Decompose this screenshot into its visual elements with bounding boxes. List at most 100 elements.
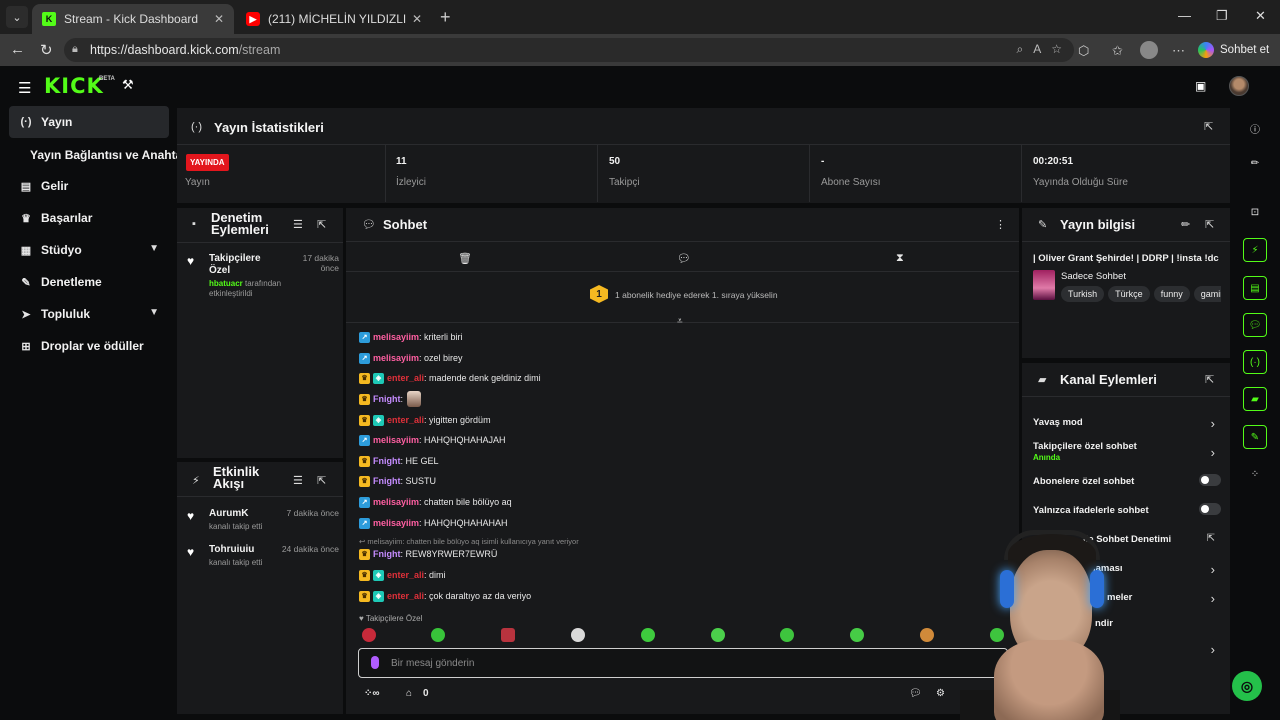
tag[interactable]: Turkish (1061, 286, 1105, 302)
slow-mode-row[interactable]: Yavaş mod › (1033, 416, 1221, 431)
microphone-icon[interactable] (371, 656, 379, 669)
bolt-icon[interactable]: ⚡︎ (1243, 238, 1267, 262)
multistream-icon[interactable]: ▣ (1195, 79, 1206, 93)
pin-icon[interactable]: ⚒ (122, 77, 134, 93)
url-field[interactable]: 🔒︎ https://dashboard.kick.com/stream ⌕ A… (64, 38, 1074, 62)
wrench-icon[interactable]: ✎ (1243, 425, 1267, 449)
chat-username[interactable]: enter_ali (387, 415, 424, 425)
zoom-icon[interactable]: ⌕ (1016, 42, 1023, 57)
followers-only-row[interactable]: Takipçilere özel sohbet Anında › (1033, 441, 1221, 463)
favorites-icon[interactable]: ✩ (1112, 43, 1123, 59)
popout-icon[interactable]: ⇱ (1205, 218, 1214, 231)
chat-username[interactable]: Fnight (373, 456, 401, 466)
reload-icon[interactable]: ↻ (40, 41, 53, 59)
channel-icon[interactable]: ▰ (1243, 387, 1267, 411)
chat-username[interactable]: melisayiim (373, 332, 419, 342)
chat-username[interactable]: enter_ali (387, 570, 424, 580)
emote-icon[interactable] (920, 628, 934, 642)
tag[interactable]: funny (1153, 286, 1190, 302)
maximize-icon[interactable]: ❐ (1216, 8, 1228, 24)
edit-icon[interactable]: ✏ (1243, 151, 1267, 175)
favorite-star-icon[interactable]: ☆ (1051, 42, 1062, 57)
sidebar-item-stream-key[interactable]: Yayın Bağlantısı ve Anahtarı (9, 139, 190, 171)
tab-search-icon[interactable]: ⌄ (6, 6, 28, 28)
filter-icon[interactable]: ☰ (293, 474, 303, 487)
info-icon[interactable]: ⓘ (1243, 116, 1267, 140)
chat-username[interactable]: melisayiim (373, 497, 419, 507)
actor-name[interactable]: hbatuacr (209, 279, 243, 288)
kick-logo[interactable]: KICK (44, 74, 104, 98)
gear-icon[interactable]: ⚙ (936, 688, 945, 699)
close-tab-icon[interactable]: ✕ (214, 12, 224, 26)
category-name[interactable]: Sadece Sohbet (1061, 271, 1126, 282)
emote-icon[interactable] (641, 628, 655, 642)
copilot-button[interactable]: Sohbet et (1198, 38, 1269, 62)
follower-name[interactable]: AurumK (209, 508, 248, 520)
broadcast-icon[interactable]: (·) (1243, 350, 1267, 374)
subscribers-only-toggle[interactable] (1199, 474, 1221, 486)
help-chat-button[interactable]: ◎ (1232, 671, 1262, 701)
back-icon[interactable]: ← (10, 41, 25, 58)
minimize-icon[interactable]: — (1178, 8, 1191, 23)
sidebar-item-stream[interactable]: (·) Yayın (9, 106, 169, 138)
store-icon[interactable]: ⌂ (406, 688, 412, 699)
chat-bubble-icon[interactable]: 💬︎ (1243, 313, 1267, 337)
follower-name[interactable]: Tohruiuiu (209, 544, 254, 556)
chat-username[interactable]: Fnight (373, 394, 401, 404)
notes-icon[interactable]: ▤ (1243, 276, 1267, 300)
new-tab-icon[interactable]: + (440, 7, 451, 28)
edit-icon[interactable]: ✏ (1181, 218, 1190, 231)
emote-icon[interactable] (780, 628, 794, 642)
chat-message-input[interactable] (391, 655, 991, 671)
tab-youtube[interactable]: ▶ (211) MİCHELİN YILDIZLI SOKAK LEZ ✕ (236, 4, 432, 34)
emote-icon[interactable] (431, 628, 445, 642)
popout-icon[interactable]: ⇱ (317, 474, 326, 487)
collapse-icon[interactable]: ⩡ (677, 316, 683, 327)
tag[interactable]: gaming (1193, 286, 1221, 302)
tag[interactable]: Türkçe (1108, 286, 1150, 302)
screenshot-icon[interactable]: ⊡ (1243, 200, 1267, 224)
close-tab-icon[interactable]: ✕ (412, 12, 422, 26)
chat-username[interactable]: enter_ali (387, 373, 424, 383)
points-icon[interactable]: ⁘∞ (364, 688, 380, 699)
avatar[interactable] (1229, 76, 1249, 96)
extensions-icon[interactable]: ⬡ (1078, 43, 1089, 59)
sidebar-item-moderation[interactable]: ✎ Denetleme (9, 266, 169, 298)
emote-only-toggle[interactable] (1199, 503, 1221, 515)
more-menu-icon[interactable]: ⋯ (1172, 43, 1185, 59)
profile-icon[interactable] (1140, 41, 1158, 59)
chat-username[interactable]: melisayiim (373, 518, 419, 528)
chat-input-box[interactable] (358, 648, 1008, 678)
category-thumbnail[interactable] (1033, 270, 1055, 300)
emote-icon[interactable] (711, 628, 725, 642)
sidebar-item-studio[interactable]: ▦ Stüdyo ▼ (9, 234, 169, 266)
chat-settings-icon[interactable]: 💬︎ (677, 252, 691, 265)
emote-icon[interactable] (571, 628, 585, 642)
close-window-icon[interactable]: ✕ (1255, 8, 1266, 24)
chat-username[interactable]: enter_ali (387, 591, 424, 601)
sidebar-item-achievements[interactable]: ♛ Başarılar (9, 202, 169, 234)
popout-icon[interactable]: ⇱ (1204, 120, 1213, 133)
sidebar-item-community[interactable]: ➤ Topluluk ▼ (9, 298, 169, 330)
sidebar-item-revenue[interactable]: ▤ Gelir (9, 170, 169, 202)
trash-icon[interactable]: 🗑︎ (458, 252, 472, 265)
more-options-icon[interactable]: ⋮ (995, 218, 1006, 231)
filter-icon[interactable]: ☰ (293, 218, 303, 231)
community-icon[interactable]: ⁘ (1243, 462, 1267, 486)
emote-icon[interactable] (850, 628, 864, 642)
emote-icon[interactable] (501, 628, 515, 642)
popout-icon[interactable]: ⇱ (317, 218, 326, 231)
popout-icon[interactable]: ⇱ (1205, 373, 1214, 386)
sidebar-item-drops[interactable]: ⊞ Droplar ve ödüller (9, 330, 169, 362)
chat-username[interactable]: Fnight (373, 476, 401, 486)
tab-kick-dashboard[interactable]: K Stream - Kick Dashboard ✕ (32, 4, 234, 34)
chat-username[interactable]: Fnight (373, 549, 401, 559)
chat-username[interactable]: melisayiim (373, 353, 419, 363)
hourglass-icon[interactable]: ⧗ (896, 252, 904, 265)
hamburger-menu-icon[interactable]: ☰ (18, 79, 31, 97)
chat-username[interactable]: melisayiim (373, 435, 419, 445)
emote-icon[interactable] (362, 628, 376, 642)
gift-leaderboard-banner[interactable]: 1 1 abonelik hediye ederek 1. sıraya yük… (346, 277, 1019, 313)
read-aloud-icon[interactable]: A (1033, 42, 1041, 57)
chat-bubble-icon[interactable]: 💬︎ (909, 688, 922, 699)
